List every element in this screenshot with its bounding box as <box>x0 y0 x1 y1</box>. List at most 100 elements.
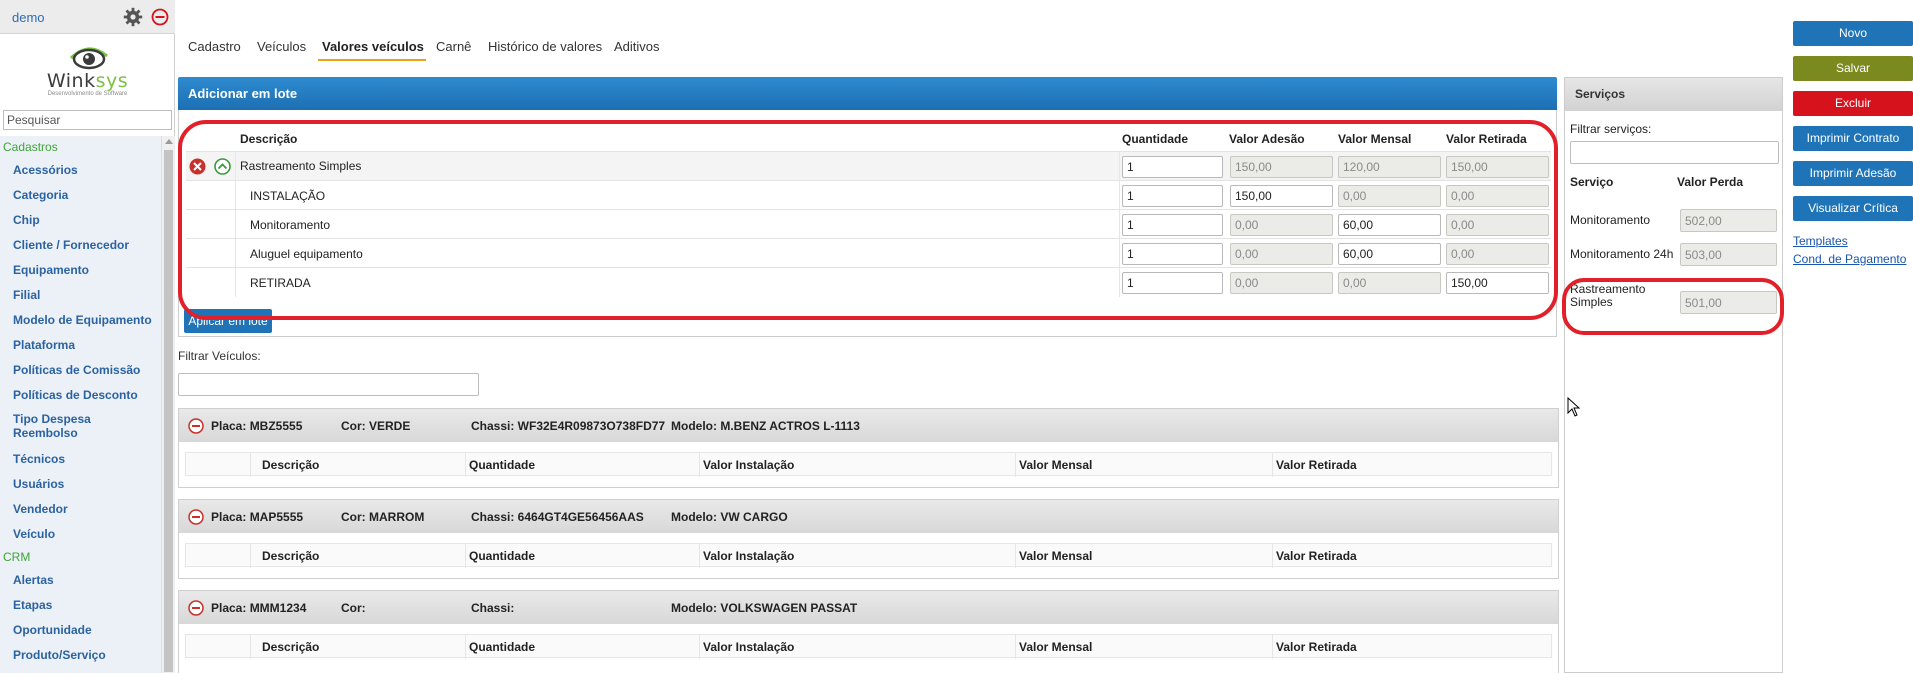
cell-divider <box>699 544 700 568</box>
vehicle-cor: Cor: VERDE <box>341 419 411 433</box>
scrollbar-thumb[interactable] <box>164 150 173 672</box>
vehicle-card-header: Placa: MMM1234 Cor: Chassi: Modelo: VOLK… <box>179 591 1558 624</box>
cell-divider <box>465 544 466 568</box>
menu-item-filial[interactable]: Filial <box>0 288 40 302</box>
active-tab-indicator <box>318 59 426 61</box>
col-quantidade: Quantidade <box>469 458 536 472</box>
collapse-vehicle-icon[interactable] <box>188 509 204 525</box>
print-contract-button[interactable]: Imprimir Contrato <box>1793 126 1913 151</box>
vehicle-modelo: Modelo: M.BENZ ACTROS L-1113 <box>671 419 860 433</box>
cell-divider <box>250 544 251 568</box>
menu-item-tipo-despesa-reembolso[interactable]: Tipo Despesa Reembolso <box>0 412 110 440</box>
vehicle-chassi: Chassi: WF32E4R09873O738FD77 <box>471 419 666 433</box>
sidebar-search-input[interactable] <box>3 110 172 130</box>
menu-item-politicas-comissao[interactable]: Políticas de Comissão <box>0 363 140 377</box>
vehicle-card: Placa: MBZ5555 Cor: VERDE Chassi: WF32E4… <box>178 408 1559 488</box>
col-descricao: Descrição <box>262 549 320 563</box>
menu-item-modelo-equipamento[interactable]: Modelo de Equipamento <box>0 313 152 327</box>
menu-item-tecnicos[interactable]: Técnicos <box>0 452 65 466</box>
logo-wordmark: Winksys <box>0 70 175 92</box>
col-valor-perda: Valor Perda <box>1677 175 1744 189</box>
vehicle-card-header: Placa: MBZ5555 Cor: VERDE Chassi: WF32E4… <box>179 409 1558 442</box>
cell-divider <box>699 635 700 659</box>
scroll-up-arrow-icon[interactable] <box>165 139 173 144</box>
menu-item-categoria[interactable]: Categoria <box>0 188 68 202</box>
menu-item-alertas[interactable]: Alertas <box>0 573 54 587</box>
gear-icon[interactable] <box>123 7 143 27</box>
vehicle-table-header: Descrição Quantidade Valor Instalação Va… <box>185 634 1552 659</box>
menu-item-etapas[interactable]: Etapas <box>0 598 52 612</box>
service-filter-label: Filtrar serviços: <box>1570 122 1652 136</box>
vehicle-modelo: Modelo: VW CARGO <box>671 510 788 524</box>
vehicle-chassi: Chassi: <box>471 601 515 615</box>
winksys-logo: Winksys Desenvolvimento de Software <box>0 36 175 108</box>
payment-conditions-link[interactable]: Cond. de Pagamento <box>1793 252 1906 266</box>
menu-section-cadastros[interactable]: Cadastros <box>0 140 58 154</box>
vehicle-card: Placa: MAP5555 Cor: MARROM Chassi: 6464G… <box>178 499 1559 579</box>
col-valor-retirada: Valor Retirada <box>1276 458 1357 472</box>
tab-carne[interactable]: Carnê <box>436 39 471 54</box>
mouse-cursor-icon <box>1567 397 1581 417</box>
tab-aditivos[interactable]: Aditivos <box>614 39 660 54</box>
cell-divider <box>1272 544 1273 568</box>
tab-historico-valores[interactable]: Histórico de valores <box>488 39 602 54</box>
menu-item-oportunidade[interactable]: Oportunidade <box>0 623 92 637</box>
vehicle-modelo: Modelo: VOLKSWAGEN PASSAT <box>671 601 858 615</box>
sidebar-scrollbar[interactable] <box>161 136 175 673</box>
menu-item-politicas-desconto[interactable]: Políticas de Desconto <box>0 388 138 402</box>
menu-item-equipamento[interactable]: Equipamento <box>0 263 89 277</box>
vehicle-filter-label: Filtrar Veículos: <box>178 349 261 363</box>
cell-divider <box>250 635 251 659</box>
save-button[interactable]: Salvar <box>1793 56 1913 81</box>
menu-item-acessorios[interactable]: Acessórios <box>0 163 78 177</box>
view-critical-button[interactable]: Visualizar Crítica <box>1793 196 1913 221</box>
vehicle-cor: Cor: MARROM <box>341 510 425 524</box>
cell-divider <box>1015 453 1016 477</box>
col-valor-mensal: Valor Mensal <box>1019 458 1093 472</box>
logo-brand-accent: sys <box>95 70 129 92</box>
service-name: Monitoramento <box>1570 213 1651 227</box>
collapse-vehicle-icon[interactable] <box>188 418 204 434</box>
services-panel-header: Serviços <box>1565 78 1782 111</box>
col-valor-mensal: Valor Mensal <box>1019 549 1093 563</box>
lote-panel-header: Adicionar em lote <box>178 77 1557 110</box>
services-panel: Serviços <box>1564 77 1783 673</box>
tab-veiculos[interactable]: Veículos <box>257 39 306 54</box>
vehicle-table-header: Descrição Quantidade Valor Instalação Va… <box>185 543 1552 568</box>
service-filter-input[interactable] <box>1570 141 1779 164</box>
sidebar: demo Winksys Desenvolvimento de Software… <box>0 0 175 673</box>
vehicle-chassi: Chassi: 6464GT4GE56456AAS <box>471 510 644 524</box>
user-name-link[interactable]: demo <box>12 10 45 25</box>
vehicle-card-header: Placa: MAP5555 Cor: MARROM Chassi: 6464G… <box>179 500 1558 533</box>
vehicle-placa: Placa: MBZ5555 <box>211 419 303 433</box>
tab-valores-veiculos[interactable]: Valores veículos <box>322 39 424 54</box>
menu-item-cliente-fornecedor[interactable]: Cliente / Fornecedor <box>0 238 129 252</box>
user-bar: demo <box>0 0 175 34</box>
menu-item-usuarios[interactable]: Usuários <box>0 477 64 491</box>
delete-button[interactable]: Excluir <box>1793 91 1913 116</box>
highlight-annotation <box>1562 278 1784 335</box>
tab-cadastro[interactable]: Cadastro <box>188 39 241 54</box>
print-adhesion-button[interactable]: Imprimir Adesão <box>1793 161 1913 186</box>
menu-item-produto-servico[interactable]: Produto/Serviço <box>0 648 106 662</box>
vehicle-filter-input[interactable] <box>178 373 479 396</box>
new-button[interactable]: Novo <box>1793 21 1913 46</box>
highlight-annotation <box>178 120 1558 320</box>
col-valor-instalacao: Valor Instalação <box>703 549 795 563</box>
logo-tagline: Desenvolvimento de Software <box>47 91 128 97</box>
col-valor-mensal: Valor Mensal <box>1019 640 1093 654</box>
menu-section-crm[interactable]: CRM <box>0 550 30 564</box>
sidebar-menu: Cadastros Acessórios Categoria Chip Clie… <box>0 136 161 673</box>
menu-item-vendedor[interactable]: Vendedor <box>0 502 68 516</box>
menu-item-veiculo[interactable]: Veículo <box>0 527 55 541</box>
col-quantidade: Quantidade <box>469 640 536 654</box>
menu-item-chip[interactable]: Chip <box>0 213 40 227</box>
cell-divider <box>1272 453 1273 477</box>
collapse-vehicle-icon[interactable] <box>188 600 204 616</box>
lote-panel-title: Adicionar em lote <box>188 86 298 101</box>
col-valor-instalacao: Valor Instalação <box>703 640 795 654</box>
logout-icon[interactable] <box>151 8 169 26</box>
vehicle-placa: Placa: MMM1234 <box>211 601 307 615</box>
templates-link[interactable]: Templates <box>1793 234 1848 248</box>
menu-item-plataforma[interactable]: Plataforma <box>0 338 75 352</box>
